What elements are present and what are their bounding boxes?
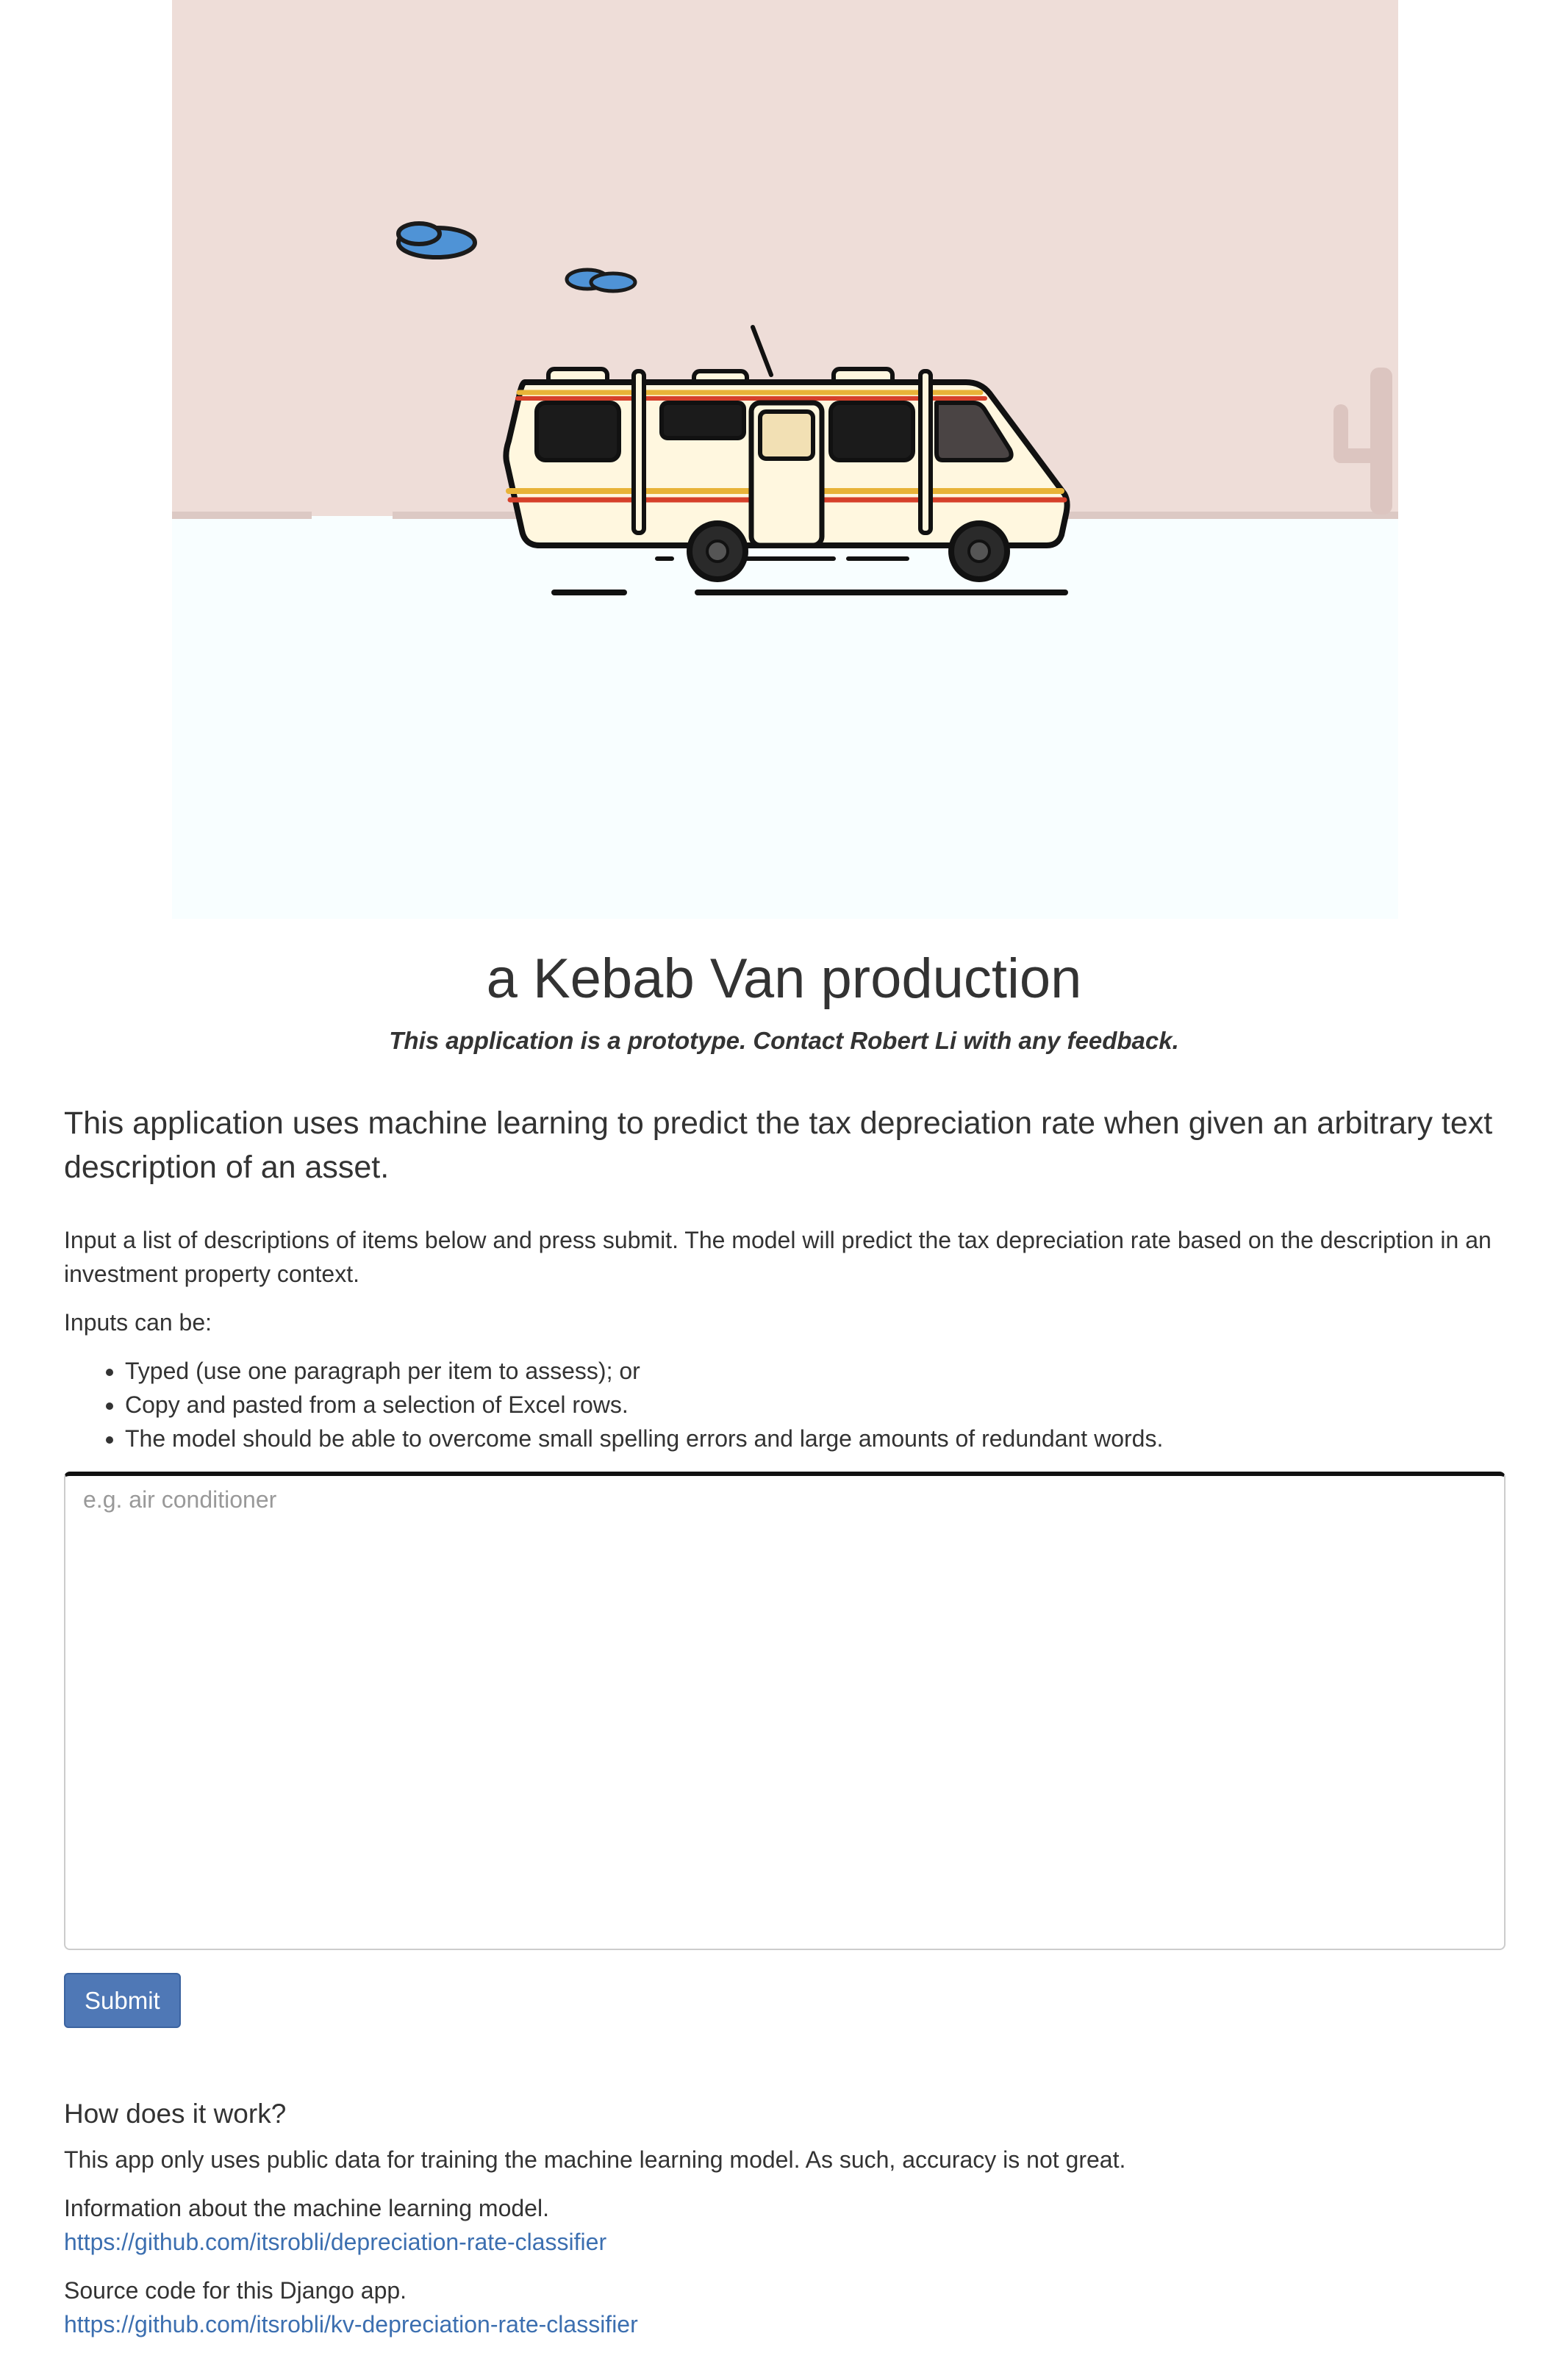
- source-code-link[interactable]: https://github.com/itsrobli/kv-depreciat…: [64, 2307, 1505, 2341]
- model-info-block: Information about the machine learning m…: [64, 2191, 1505, 2259]
- page-title: a Kebab Van production: [486, 947, 1082, 1010]
- inputs-list: Typed (use one paragraph per item to ass…: [64, 1354, 1505, 1455]
- page-subtitle: This application is a prototype. Contact…: [389, 1027, 1179, 1054]
- model-info-link[interactable]: https://github.com/itsrobli/depreciation…: [64, 2225, 1505, 2259]
- submit-button[interactable]: Submit: [64, 1973, 181, 2028]
- list-item: Copy and pasted from a selection of Exce…: [125, 1388, 1505, 1422]
- main-content: This application uses machine learning t…: [64, 1101, 1506, 2356]
- list-item: Typed (use one paragraph per item to ass…: [125, 1354, 1505, 1388]
- how-it-works-heading: How does it work?: [64, 2099, 287, 2129]
- ground: [172, 516, 1398, 919]
- instructions-paragraph: Input a list of descriptions of items be…: [64, 1227, 1492, 1287]
- source-code-block: Source code for this Django app. https:/…: [64, 2274, 1505, 2341]
- descriptions-textarea[interactable]: [64, 1472, 1506, 1950]
- accuracy-note: This app only uses public data for train…: [64, 2146, 1126, 2173]
- model-info-label: Information about the machine learning m…: [64, 2195, 549, 2221]
- hero-illustration: [172, 0, 1398, 919]
- inputs-label: Inputs can be:: [64, 1309, 212, 1336]
- source-code-label: Source code for this Django app.: [64, 2277, 407, 2304]
- lead-paragraph: This application uses machine learning t…: [64, 1106, 1493, 1185]
- list-item: The model should be able to overcome sma…: [125, 1422, 1505, 1455]
